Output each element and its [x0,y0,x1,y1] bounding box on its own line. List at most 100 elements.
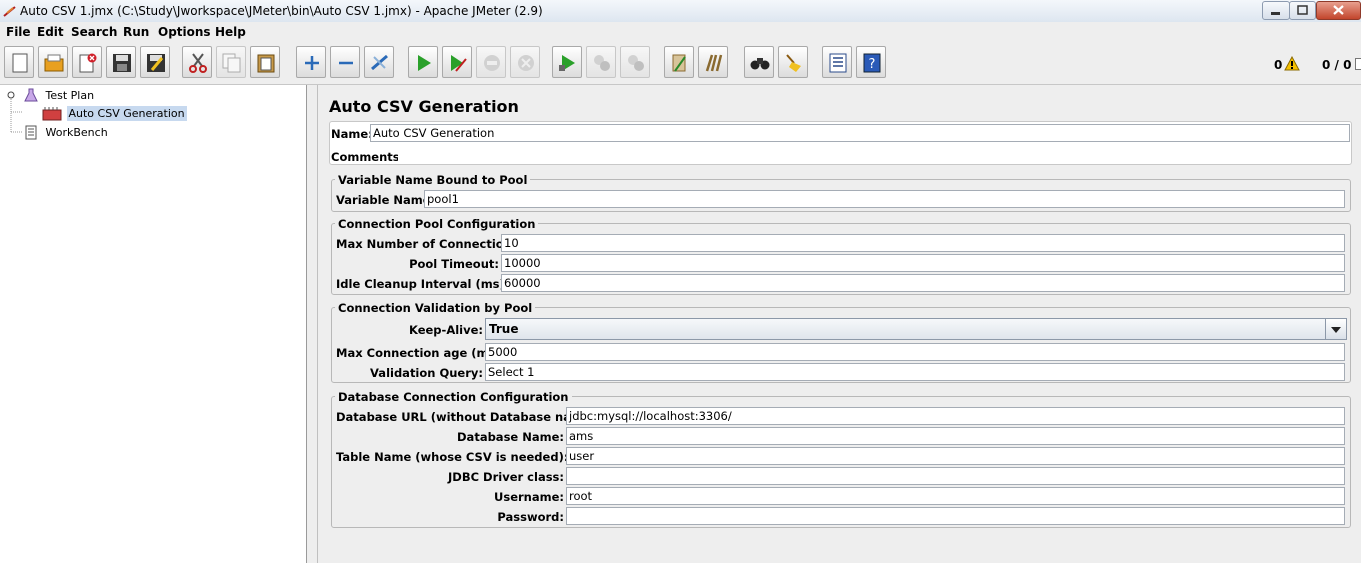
test-plan-tree: Test Plan Auto CSV Generation WorkBench [0,85,307,563]
save-icon [113,54,131,72]
clear-all-icon [705,54,723,72]
save-as-button[interactable] [140,46,170,78]
minimize-icon [1271,12,1280,15]
active-threads-count: 0 / 0 [1322,58,1352,72]
shutdown-icon [518,55,534,71]
help-button[interactable]: ? [856,46,886,78]
username-field[interactable]: root [566,487,1345,505]
remote-stop-all-button[interactable] [586,46,616,78]
tree-item-test-plan[interactable]: Test Plan [24,88,94,103]
tree-item-auto-csv-generation[interactable]: Auto CSV Generation [42,105,187,121]
reset-search-button[interactable] [778,46,808,78]
variable-name-field[interactable]: pool1 [424,190,1345,208]
password-label: Password: [497,510,564,524]
toggle-icon [371,54,388,71]
start-no-pauses-button[interactable] [442,46,472,78]
list-icon [829,53,847,73]
jdbc-config-icon [42,107,62,121]
copy-button[interactable] [216,46,246,78]
comments-field[interactable] [398,146,1350,163]
keep-alive-label: Keep-Alive: [409,323,483,337]
split-pane-divider[interactable] [307,85,318,563]
remote-shutdown-all-button[interactable] [620,46,650,78]
idle-cleanup-field[interactable]: 60000 [501,274,1345,292]
open-button[interactable] [38,46,68,78]
maximize-button[interactable] [1289,1,1316,20]
jdbc-config-panel: Auto CSV Generation Name: Auto CSV Gener… [318,85,1361,563]
menu-run[interactable]: Run [123,25,149,39]
copy-icon [222,53,241,73]
tree-item-workbench[interactable]: WorkBench [24,125,108,140]
pool-timeout-field[interactable]: 10000 [501,254,1345,272]
db-group-title: Database Connection Configuration [335,390,572,404]
remote-play-icon [559,55,575,71]
max-connection-age-field[interactable]: 5000 [485,343,1345,361]
name-field[interactable]: Auto CSV Generation [370,124,1350,142]
menu-file[interactable]: File [6,25,31,39]
pool-group-title: Connection Pool Configuration [335,217,539,231]
clear-button[interactable] [664,46,694,78]
help-book-icon: ? [863,53,881,73]
database-url-field[interactable]: jdbc:mysql://localhost:3306/ [566,407,1345,425]
plus-icon [305,56,319,70]
title-bar: Auto CSV 1.jmx (C:\Study\Jworkspace\JMet… [0,0,1361,23]
collapse-all-button[interactable] [330,46,360,78]
close-icon [79,53,97,73]
start-button[interactable] [408,46,438,78]
menu-bar: File Edit Search Run Options Help [0,22,1361,42]
tree-item-label: WorkBench [45,125,108,139]
remote-shutdown-icon [628,55,644,71]
stop-icon [484,55,500,71]
menu-edit[interactable]: Edit [37,25,64,39]
cut-button[interactable] [182,46,212,78]
warning-count: 0 [1274,58,1283,72]
menu-search[interactable]: Search [71,25,117,39]
flask-icon [24,88,38,102]
function-helper-button[interactable] [822,46,852,78]
database-name-field[interactable]: ams [566,427,1345,445]
table-name-label: Table Name (whose CSV is needed): [336,450,569,464]
broom-icon [672,54,686,72]
remote-start-all-button[interactable] [552,46,582,78]
warning-icon[interactable] [1284,56,1300,71]
validation-query-field[interactable]: Select 1 [485,363,1345,381]
menu-options[interactable]: Options [158,25,211,39]
reset-broom-icon [786,54,801,72]
max-connections-field[interactable]: 10 [501,234,1345,252]
keep-alive-select[interactable]: True [485,318,1347,340]
username-label: Username: [494,490,564,504]
save-button[interactable] [106,46,136,78]
stop-button[interactable] [476,46,506,78]
paste-button[interactable] [250,46,280,78]
table-name-field[interactable]: user [566,447,1345,465]
validation-query-label: Validation Query: [370,366,483,380]
minimize-button[interactable] [1262,1,1290,20]
toolbar: ? 0 0 / 0 [0,42,1361,85]
pool-timeout-label: Pool Timeout: [409,257,499,271]
jdbc-driver-field[interactable] [566,467,1345,485]
remote-stop-icon [594,55,610,71]
expand-all-button[interactable] [296,46,326,78]
keep-alive-value: True [489,322,519,336]
shutdown-button[interactable] [510,46,540,78]
password-field[interactable] [566,507,1345,525]
toggle-button[interactable] [364,46,394,78]
close-window-button[interactable] [1316,1,1361,20]
tree-item-label: Auto CSV Generation [66,105,187,121]
search-button[interactable] [744,46,774,78]
open-icon [44,54,64,72]
database-name-label: Database Name: [457,430,564,444]
play-icon [418,55,431,71]
variable-name-label: Variable Name: [336,193,436,207]
restore-icon [1297,5,1308,15]
comments-label: Comments: [331,150,405,164]
cut-icon [189,53,207,73]
page-title: Auto CSV Generation [329,97,519,116]
menu-help[interactable]: Help [215,25,246,39]
close-file-button[interactable] [72,46,102,78]
new-button[interactable] [4,46,34,78]
window-title: Auto CSV 1.jmx (C:\Study\Jworkspace\JMet… [20,4,543,18]
max-connections-label: Max Number of Connections: [336,237,524,251]
clear-all-button[interactable] [698,46,728,78]
workbench-icon [25,125,37,140]
